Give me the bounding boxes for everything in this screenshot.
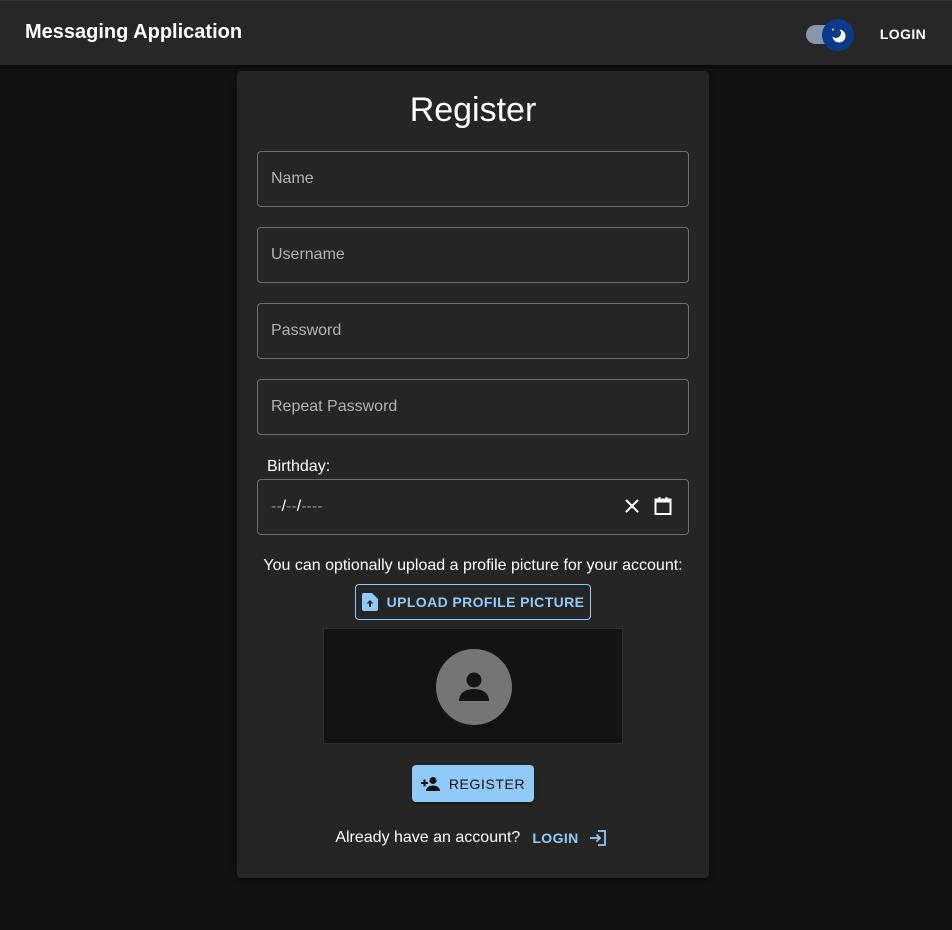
birthday-date-field[interactable]: --/--/---- [257,479,689,535]
upload-note: You can optionally upload a profile pict… [263,557,683,574]
avatar [436,649,512,725]
switch-thumb[interactable] [822,19,854,51]
register-button[interactable]: REGISTER [412,765,534,802]
username-field[interactable] [257,227,689,283]
login-nav-button[interactable]: LOGIN [870,17,936,51]
login-link-button[interactable]: LOGIN [528,829,610,847]
app-bar: Messaging Application LOGIN [0,0,952,65]
date-day[interactable]: -- [286,498,297,515]
name-field[interactable] [257,151,689,207]
moon-icon [831,28,846,43]
calendar-icon[interactable] [653,496,673,516]
login-icon [589,830,606,846]
person-icon [459,672,489,701]
register-card: Register Birthday: --/--/---- [237,71,709,878]
date-month[interactable]: -- [271,498,282,515]
already-have-account-text: Already have an account? [335,829,521,846]
person-add-icon [420,776,440,791]
app-title: Messaging Application [25,21,243,43]
login-prompt: Already have an account? LOGIN [237,829,709,847]
repeat-password-field[interactable] [257,379,689,435]
theme-toggle-switch[interactable] [806,19,856,51]
password-field[interactable] [257,303,689,359]
clear-date-icon[interactable] [623,497,641,515]
profile-picture-preview [323,628,623,744]
username-input[interactable] [258,228,688,282]
upload-button-label: UPLOAD PROFILE PICTURE [386,594,585,610]
birthday-label: Birthday: [267,458,331,475]
password-input[interactable] [258,304,688,358]
register-button-label: REGISTER [448,775,526,792]
login-link-label: LOGIN [532,830,579,846]
date-year[interactable]: ---- [301,498,322,515]
name-input[interactable] [258,152,688,206]
date-input-value[interactable]: --/--/---- [271,498,323,516]
page-title: Register [409,91,537,129]
upload-profile-picture-button[interactable]: UPLOAD PROFILE PICTURE [355,584,591,620]
upload-file-icon [361,593,378,611]
repeat-password-input[interactable] [258,380,688,434]
